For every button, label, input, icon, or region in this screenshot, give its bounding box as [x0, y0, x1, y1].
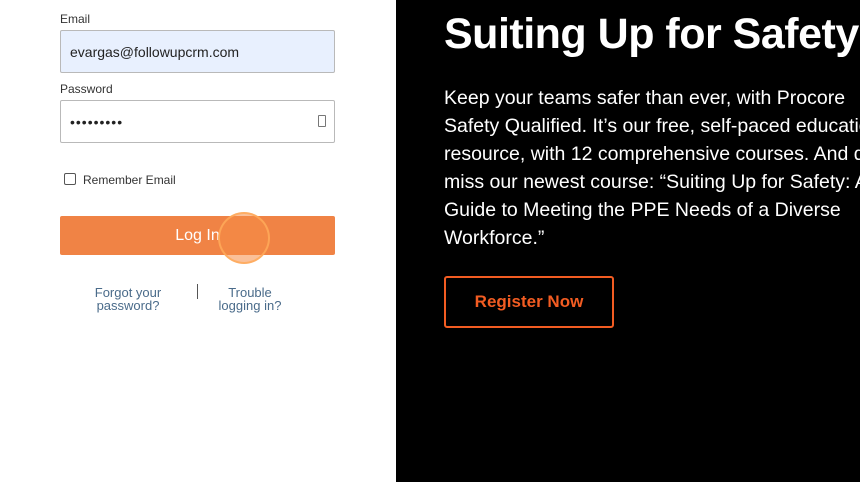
trouble-logging-in-link[interactable]: Trouble logging in?	[212, 286, 288, 312]
password-field[interactable]: •••••••••	[60, 100, 335, 143]
email-field[interactable]: evargas@followupcrm.com	[60, 30, 335, 73]
remember-email-row[interactable]: Remember Email	[64, 170, 176, 187]
register-now-button[interactable]: Register Now	[444, 276, 614, 328]
link-divider	[197, 284, 198, 299]
promo-body-line: Keep your teams safer than ever, with Pr…	[444, 87, 846, 109]
password-value: •••••••••	[70, 113, 124, 130]
password-label: Password	[60, 82, 113, 96]
forgot-password-link[interactable]: Forgot your password?	[86, 286, 170, 312]
email-label: Email	[60, 12, 91, 26]
promo-body-line: Safety Qualified. It’s our free, self-pa…	[444, 115, 860, 137]
promo-title: Suiting Up for Safety	[444, 10, 859, 58]
promo-panel: Suiting Up for Safety Keep your teams sa…	[396, 0, 860, 482]
promo-body: Keep your teams safer than ever, with Pr…	[444, 84, 860, 252]
login-button[interactable]: Log In	[60, 216, 335, 255]
promo-body-line: Workforce.”	[444, 227, 545, 249]
promo-body-line: resource, with 12 comprehensive courses.…	[444, 143, 860, 165]
promo-body-line: miss our newest course: “Suiting Up for …	[444, 171, 860, 193]
reveal-password-icon[interactable]	[318, 115, 326, 127]
login-page: Email evargas@followupcrm.com Password •…	[0, 0, 860, 482]
remember-email-label: Remember Email	[83, 173, 176, 187]
remember-email-checkbox[interactable]	[64, 172, 76, 185]
login-panel: Email evargas@followupcrm.com Password •…	[0, 0, 396, 482]
promo-body-line: Guide to Meeting the PPE Needs of a Dive…	[444, 199, 841, 221]
